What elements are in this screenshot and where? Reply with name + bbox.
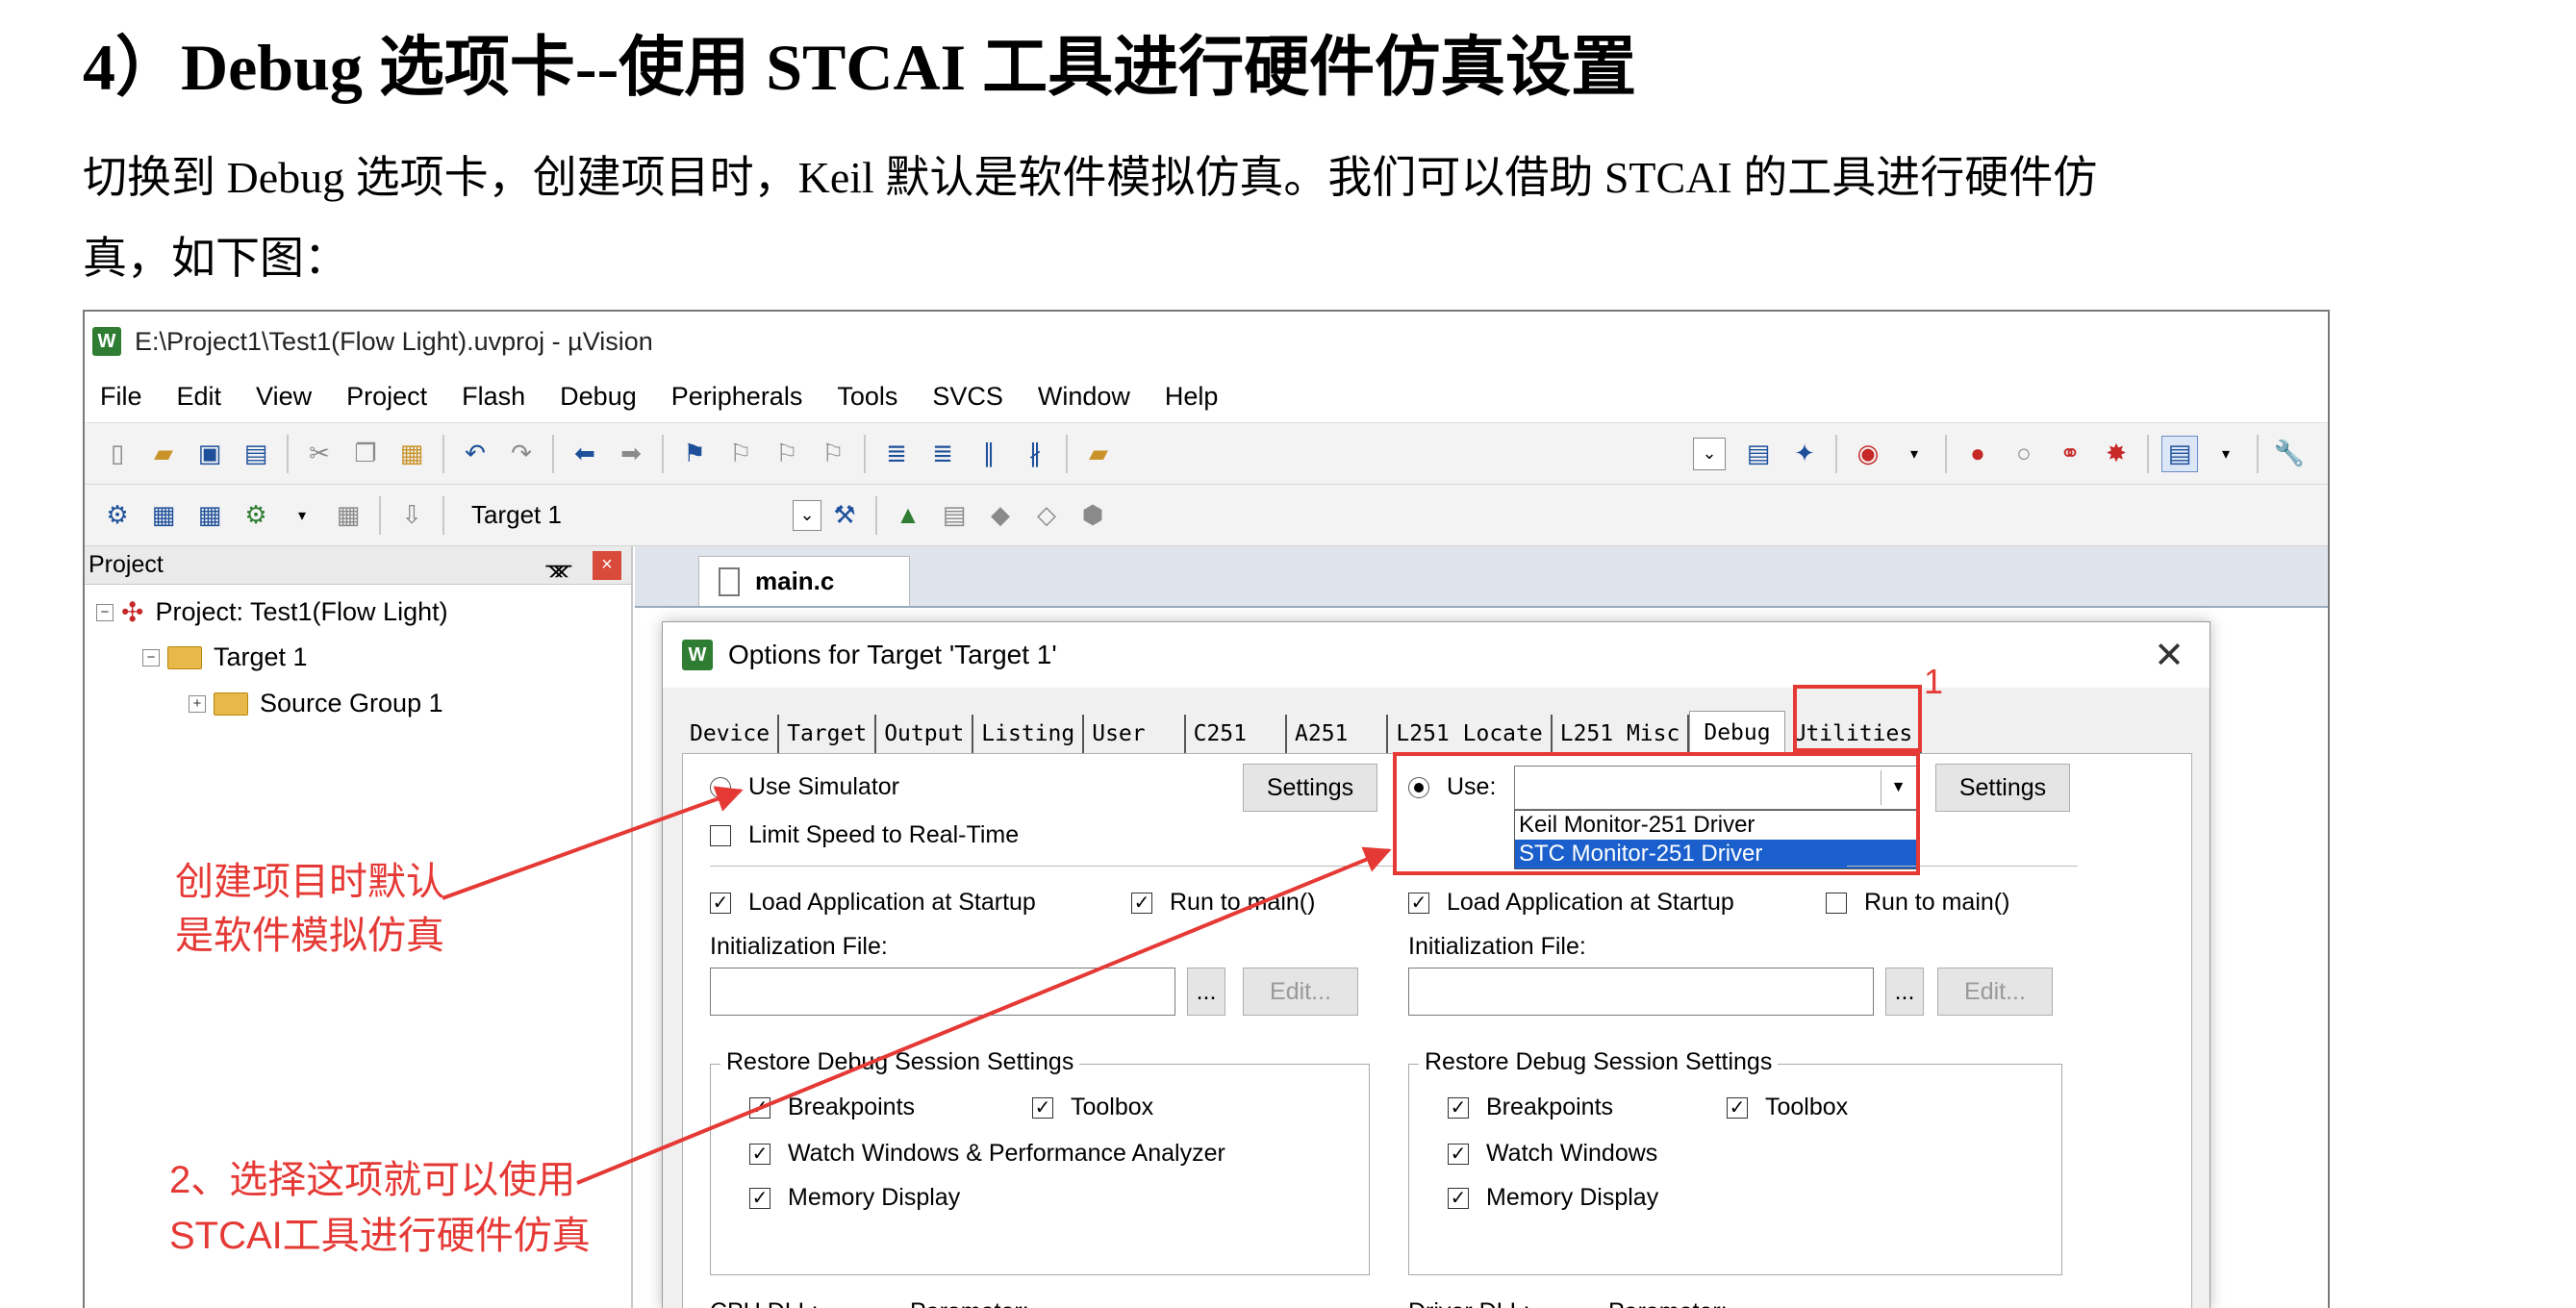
annotation-arrows xyxy=(442,786,1392,1185)
arrow-to-driver-select xyxy=(576,846,1392,1185)
arrow-to-use-simulator xyxy=(442,786,744,900)
